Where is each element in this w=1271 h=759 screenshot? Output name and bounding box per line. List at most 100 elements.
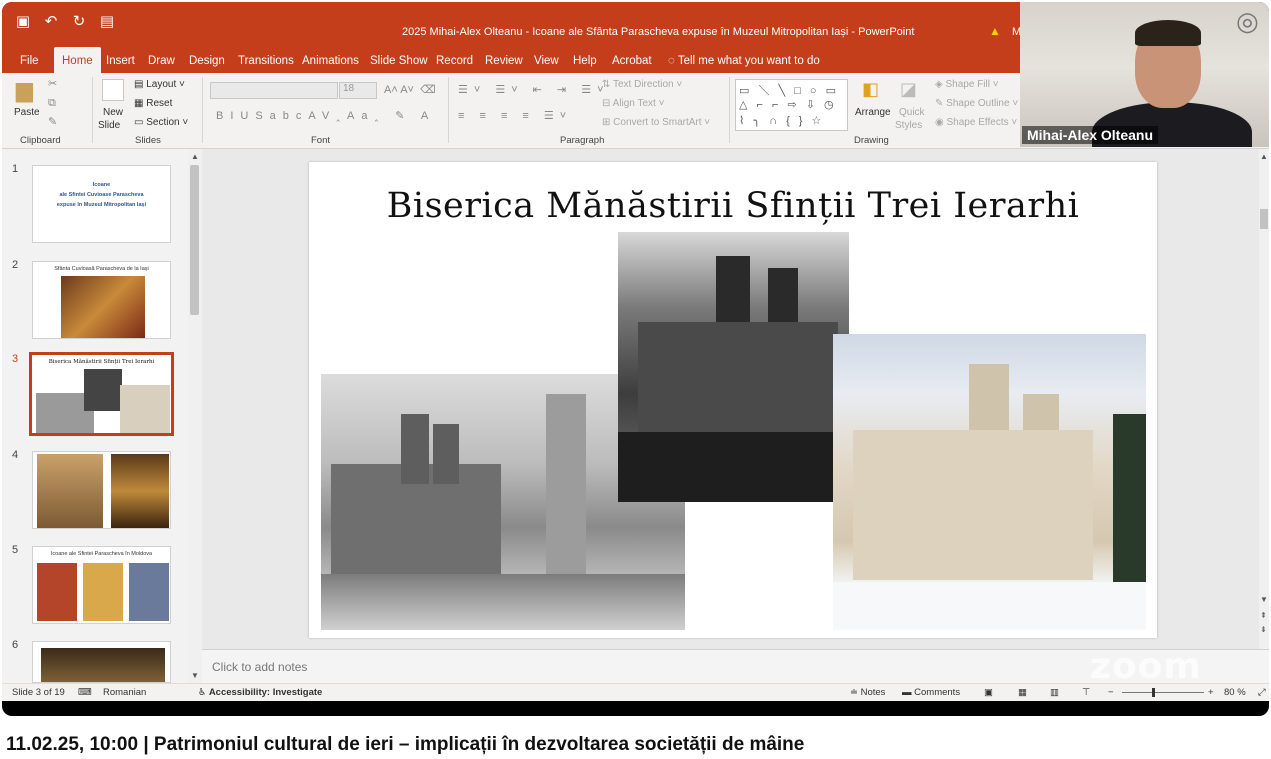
tab-home[interactable]: Home <box>54 47 101 73</box>
scrollbar-thumb[interactable] <box>190 165 199 315</box>
tab-draw[interactable]: Draw <box>148 47 175 73</box>
quick-styles-label-1[interactable]: Quick <box>899 107 925 118</box>
paste-button[interactable]: Paste <box>14 107 40 118</box>
thumb-5-image <box>37 563 77 621</box>
zoom-level[interactable]: 80 % <box>1224 687 1246 698</box>
thumbnails-scrollbar[interactable]: ▲ ▼ <box>188 149 202 683</box>
shape-outline-button[interactable]: ✎ Shape Outline ˅ <box>935 98 1018 109</box>
grow-font-icon[interactable]: A˄ A˅ ⌫ <box>384 83 436 96</box>
arrange-icon[interactable]: ◧ <box>862 79 879 100</box>
tab-review[interactable]: Review <box>485 47 523 73</box>
warning-icon[interactable]: ▲ <box>989 24 1001 38</box>
section-button[interactable]: ▭ Section ˅ <box>134 117 188 128</box>
comments-toggle[interactable]: ▬ Comments <box>902 687 960 698</box>
tab-slide-show[interactable]: Slide Show <box>370 47 428 73</box>
notes-placeholder[interactable]: Click to add notes <box>212 660 307 674</box>
thumb-1-line: ale Sfintei Cuvioase Parascheva <box>59 192 144 198</box>
slide-thumbnail-4[interactable] <box>32 451 171 529</box>
tab-view[interactable]: View <box>534 47 559 73</box>
cut-icon[interactable]: ✂ <box>48 77 57 90</box>
arrange-button[interactable]: Arrange <box>855 107 891 118</box>
reading-view-icon[interactable]: ▥ <box>1050 687 1059 698</box>
quick-styles-icon[interactable]: ◪ <box>900 79 917 100</box>
slide-thumbnails-pane: 1 Icoane ale Sfintei Cuvioase Parascheva… <box>2 149 202 683</box>
zoom-slider-knob[interactable] <box>1152 688 1155 697</box>
save-icon[interactable]: ▣ <box>14 12 32 30</box>
tab-insert[interactable]: Insert <box>106 47 135 73</box>
section-icon: ▭ <box>134 117 147 128</box>
thumb-1-line: expuse în Muzeul Mitropolitan Iași <box>56 202 147 208</box>
slideshow-icon[interactable]: ⊤ <box>1082 687 1090 698</box>
present-icon[interactable]: ▤ <box>98 12 116 30</box>
text-direction-button[interactable]: ⇅ Text Direction ˅ <box>602 79 682 90</box>
canvas-scrollbar[interactable]: ▲ ▼ ⇞ ⇟ <box>1259 149 1269 649</box>
reset-button[interactable]: ▦ Reset <box>134 98 172 109</box>
shape-effects-button[interactable]: ◉ Shape Effects ˅ <box>935 117 1017 128</box>
thumb-4-image <box>111 454 169 528</box>
tab-acrobat[interactable]: Acrobat <box>612 47 652 73</box>
scroll-up-arrow-icon[interactable]: ▲ <box>191 152 199 161</box>
notes-toggle[interactable]: ≐ Notes <box>850 687 885 698</box>
notes-pane[interactable]: Click to add notes zoom <box>202 646 1269 687</box>
next-slide-icon[interactable]: ⇟ <box>1260 625 1267 634</box>
thumb-number: 4 <box>12 449 19 461</box>
paragraph-group-label: Paragraph <box>560 135 605 146</box>
previous-slide-icon[interactable]: ⇞ <box>1260 611 1267 620</box>
church-restoration-scaffolding-photo[interactable] <box>618 232 849 502</box>
normal-view-icon[interactable]: ▣ <box>984 687 993 698</box>
fit-to-window-icon[interactable]: ⤢ <box>1258 687 1266 698</box>
redo-icon[interactable]: ↻ <box>70 12 88 30</box>
align-icons[interactable]: ≡ ≡ ≡ ≡ ☰˅ <box>458 109 572 122</box>
format-painter-icon[interactable]: ✎ <box>48 115 57 128</box>
convert-smartart-button[interactable]: ⊞ Convert to SmartArt ˅ <box>602 117 710 128</box>
language-indicator[interactable]: Romanian <box>103 687 146 698</box>
copy-icon[interactable]: ⧉ <box>48 97 56 110</box>
font-family-select[interactable] <box>210 82 338 99</box>
layout-button[interactable]: ▤ Layout ˅ <box>134 79 185 90</box>
slide-thumbnail-2[interactable]: Sfânta Cuvioasă Parascheva de la Iași <box>32 261 171 339</box>
new-slide-label-1[interactable]: New <box>103 107 123 118</box>
new-slide-icon[interactable] <box>102 79 124 101</box>
slide-title[interactable]: Biserica Mănăstirii Sfinții Trei Ierarhi <box>309 186 1157 226</box>
thumb-number: 6 <box>12 639 19 651</box>
thumb-3-title: Biserica Mănăstirii Sfinții Trei Ierarhi <box>48 359 155 365</box>
shape-fill-button[interactable]: ◈ Shape Fill ˅ <box>935 79 999 90</box>
tab-design[interactable]: Design <box>189 47 225 73</box>
new-slide-label-2[interactable]: Slide <box>98 120 120 131</box>
slide-thumbnail-6[interactable] <box>32 641 171 683</box>
tab-animations[interactable]: Animations <box>302 47 359 73</box>
tab-transitions[interactable]: Transitions <box>238 47 294 73</box>
slide-thumbnail-5[interactable]: Icoane ale Sfintei Parascheva în Moldova <box>32 546 171 624</box>
zoom-slider[interactable] <box>1122 692 1204 693</box>
shapes-gallery[interactable]: ▭ ＼ ╲ □ ○ ▭ △ ⌐ ⌐ ⇨ ⇩ ◷ ⌇ ╮ ∩ { } ☆ <box>735 79 848 131</box>
font-size-select[interactable]: 18 <box>339 82 377 99</box>
current-slide[interactable]: Biserica Mănăstirii Sfinții Trei Ierarhi <box>309 162 1157 638</box>
tab-help[interactable]: Help <box>573 47 597 73</box>
tab-file[interactable]: File <box>20 47 39 73</box>
scroll-down-arrow-icon[interactable]: ▼ <box>1260 595 1268 604</box>
quick-styles-label-2[interactable]: Styles <box>895 120 922 131</box>
spelling-icon[interactable]: ⌨ <box>78 687 92 698</box>
scroll-up-arrow-icon[interactable]: ▲ <box>1260 152 1268 161</box>
thumb-3-photo <box>84 369 122 411</box>
accessibility-button[interactable]: ♿ Accessibility: Investigate <box>198 687 322 698</box>
zoom-out-icon[interactable]: − <box>1108 687 1114 698</box>
bell-tower <box>546 394 586 574</box>
slide-thumbnail-3-selected[interactable]: Biserica Mănăstirii Sfinții Trei Ierarhi <box>29 352 174 436</box>
align-text-button[interactable]: ⊟ Align Text ˅ <box>602 98 664 109</box>
list-icons[interactable]: ☰˅ ☰˅ ⇤ ⇥ ☰˅ <box>458 83 610 96</box>
slide-thumbnail-1[interactable]: Icoane ale Sfintei Cuvioase Parascheva e… <box>32 165 171 243</box>
notes-icon: ≐ <box>850 687 861 698</box>
slide-sorter-icon[interactable]: ▦ <box>1018 687 1027 698</box>
scroll-down-arrow-icon[interactable]: ▼ <box>191 671 199 680</box>
slides-group-label: Slides <box>135 135 161 146</box>
paste-icon[interactable]: ▆ <box>16 77 33 103</box>
tab-record[interactable]: Record <box>436 47 473 73</box>
tell-me-search[interactable]: ◌ Tell me what you want to do <box>668 47 820 73</box>
church-winter-photo[interactable] <box>833 334 1146 630</box>
scrollbar-thumb[interactable] <box>1260 209 1268 229</box>
undo-icon[interactable]: ↶ <box>42 12 60 30</box>
snow-ground <box>833 582 1146 630</box>
zoom-in-icon[interactable]: + <box>1208 687 1214 698</box>
font-format-icons[interactable]: BIUSabcAV‸Aa‸ ✎ A <box>216 109 435 122</box>
